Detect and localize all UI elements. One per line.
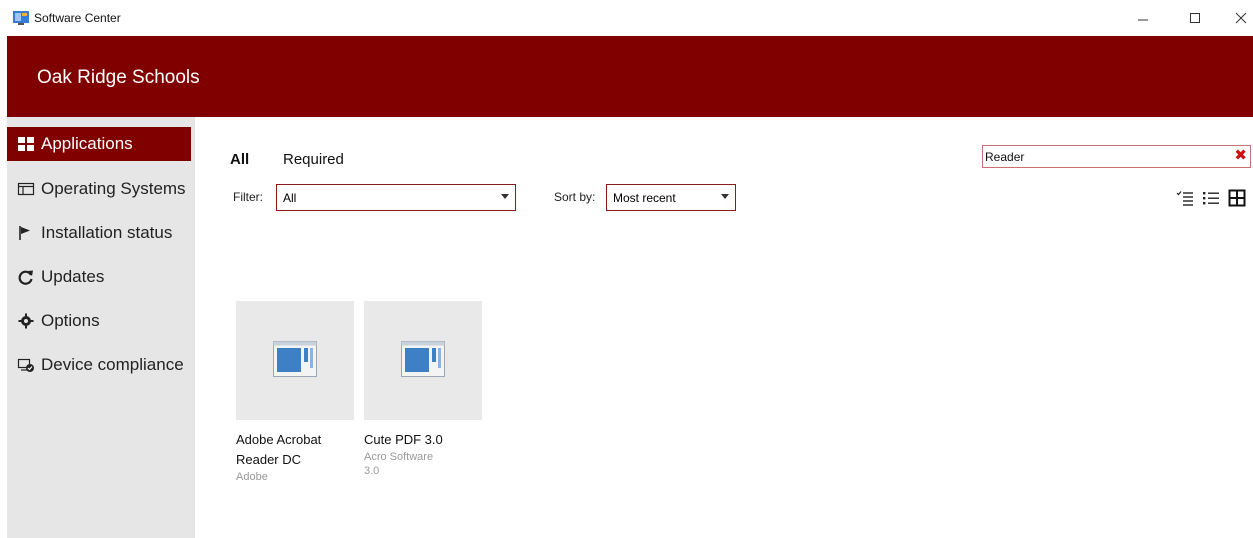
sidebar-item-label: Device compliance bbox=[41, 355, 184, 374]
app-name: Cute PDF 3.0 bbox=[364, 432, 443, 447]
sidebar-item-options[interactable]: Options bbox=[7, 304, 191, 338]
flag-icon bbox=[15, 224, 37, 242]
sort-dropdown[interactable]: Most recent bbox=[606, 184, 736, 211]
window-title: Software Center bbox=[34, 11, 121, 25]
filter-value: All bbox=[283, 191, 297, 205]
sidebar-item-label: Applications bbox=[41, 134, 133, 153]
sidebar-item-installation-status[interactable]: Installation status bbox=[7, 216, 191, 250]
app-publisher: Acro Software bbox=[364, 451, 434, 463]
app-tile[interactable]: Adobe Acrobat Reader DC Adobe bbox=[236, 301, 354, 484]
app-version: 3.0 bbox=[364, 465, 380, 477]
close-icon[interactable] bbox=[1226, 6, 1253, 30]
app-thumbnail bbox=[236, 301, 354, 420]
sidebar-item-label: Installation status bbox=[41, 223, 173, 242]
chevron-down-icon bbox=[501, 194, 509, 199]
app-name: Adobe Acrobat Reader DC bbox=[236, 432, 322, 467]
sort-label: Sort by: bbox=[554, 190, 596, 204]
org-banner: Oak Ridge Schools bbox=[7, 36, 1253, 117]
app-thumbnail bbox=[364, 301, 482, 420]
application-window-icon bbox=[273, 341, 317, 377]
clear-search-icon[interactable]: ✖ bbox=[1234, 147, 1247, 165]
sidebar-item-operating-systems[interactable]: Operating Systems bbox=[7, 172, 191, 206]
sidebar-item-label: Options bbox=[41, 311, 100, 330]
tab-all[interactable]: All bbox=[230, 151, 249, 168]
maximize-icon[interactable] bbox=[1180, 6, 1210, 30]
windows-icon bbox=[15, 180, 37, 198]
filter-dropdown[interactable]: All bbox=[276, 184, 516, 211]
sidebar: Applications Operating Systems Installat… bbox=[7, 117, 195, 538]
sidebar-item-applications[interactable]: Applications bbox=[7, 127, 191, 161]
org-name: Oak Ridge Schools bbox=[37, 67, 200, 88]
chevron-down-icon bbox=[721, 194, 729, 199]
tab-required[interactable]: Required bbox=[283, 151, 344, 168]
sidebar-item-label: Operating Systems bbox=[41, 179, 186, 198]
sidebar-item-updates[interactable]: Updates bbox=[7, 260, 191, 294]
sort-value: Most recent bbox=[613, 191, 676, 205]
list-view-icon[interactable] bbox=[1201, 188, 1221, 208]
refresh-icon bbox=[15, 268, 37, 286]
sidebar-item-label: Updates bbox=[41, 267, 105, 286]
sidebar-item-device-compliance[interactable]: Device compliance bbox=[7, 348, 191, 382]
filter-label: Filter: bbox=[233, 190, 263, 204]
application-window-icon bbox=[401, 341, 445, 377]
app-publisher: Adobe bbox=[236, 471, 268, 483]
apps-grid-icon bbox=[15, 135, 37, 153]
title-bar: Software Center bbox=[0, 0, 1253, 36]
checklist-view-icon[interactable] bbox=[1175, 188, 1195, 208]
app-tile[interactable]: Cute PDF 3.0 Acro Software 3.0 bbox=[364, 301, 482, 478]
software-center-icon bbox=[13, 11, 29, 25]
tile-view-icon[interactable] bbox=[1227, 188, 1247, 208]
device-check-icon bbox=[15, 356, 37, 374]
search-input[interactable]: Reader ✖ bbox=[982, 145, 1251, 168]
gear-icon bbox=[15, 312, 37, 330]
search-value: Reader bbox=[985, 150, 1025, 164]
minimize-icon[interactable] bbox=[1128, 6, 1158, 30]
